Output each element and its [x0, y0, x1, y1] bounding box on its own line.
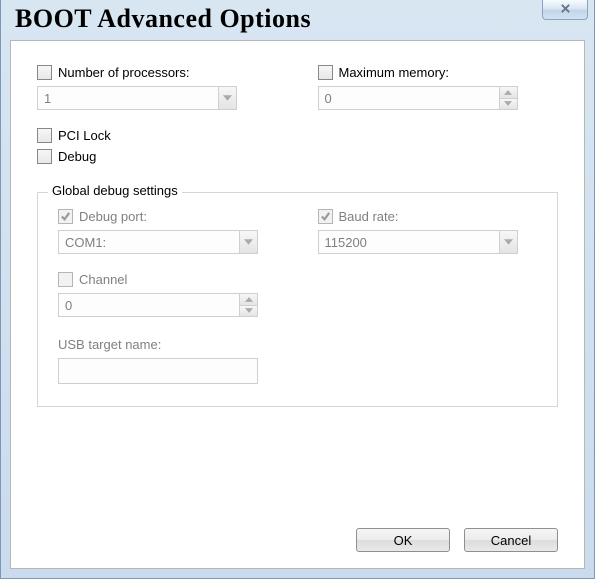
- debug-port-checkbox: [58, 209, 73, 224]
- dialog-panel: Number of processors: 1 Maximum memory:: [10, 40, 585, 569]
- usb-target-label: USB target name:: [58, 337, 537, 352]
- ok-button[interactable]: OK: [356, 528, 450, 552]
- chevron-down-icon: [218, 87, 236, 109]
- channel-spinner: 0: [58, 293, 258, 317]
- spinner-up-icon: [240, 294, 257, 306]
- num-processors-combo[interactable]: 1: [37, 86, 237, 110]
- num-processors-check-row: Number of processors:: [37, 65, 278, 80]
- chevron-down-icon: [499, 231, 517, 253]
- baud-rate-label: Baud rate:: [339, 209, 399, 224]
- max-memory-check-row: Maximum memory:: [318, 65, 559, 80]
- num-processors-label: Number of processors:: [58, 65, 190, 80]
- baud-rate-row: Baud rate:: [318, 209, 538, 224]
- pci-lock-checkbox[interactable]: [37, 128, 52, 143]
- debug-port-row: Debug port:: [58, 209, 278, 224]
- spinner-up-icon[interactable]: [500, 87, 517, 99]
- spinner-down-icon[interactable]: [500, 99, 517, 110]
- cancel-button-label: Cancel: [491, 533, 531, 548]
- titlebar: BOOT Advanced Options: [1, 0, 594, 36]
- dialog-buttons: OK Cancel: [356, 528, 558, 552]
- usb-target-input: [58, 358, 258, 384]
- debug-row: Debug: [37, 149, 558, 164]
- num-processors-value: 1: [38, 91, 218, 106]
- debug-port-label: Debug port:: [79, 209, 147, 224]
- pci-lock-label: PCI Lock: [58, 128, 111, 143]
- baud-rate-checkbox: [318, 209, 333, 224]
- max-memory-checkbox[interactable]: [318, 65, 333, 80]
- chevron-down-icon: [239, 231, 257, 253]
- baud-rate-value: 115200: [319, 235, 499, 250]
- global-debug-legend: Global debug settings: [48, 183, 182, 198]
- cancel-button[interactable]: Cancel: [464, 528, 558, 552]
- debug-checkbox[interactable]: [37, 149, 52, 164]
- channel-value: 0: [59, 298, 239, 313]
- debug-port-combo: COM1:: [58, 230, 258, 254]
- global-debug-fieldset: Global debug settings Debug port: COM1:: [37, 192, 558, 407]
- window-title: BOOT Advanced Options: [15, 4, 311, 33]
- max-memory-spinner[interactable]: 0: [318, 86, 518, 110]
- ok-button-label: OK: [394, 533, 413, 548]
- num-processors-checkbox[interactable]: [37, 65, 52, 80]
- channel-label: Channel: [79, 272, 127, 287]
- max-memory-label: Maximum memory:: [339, 65, 450, 80]
- max-memory-value: 0: [319, 91, 499, 106]
- pci-lock-row: PCI Lock: [37, 128, 558, 143]
- debug-label: Debug: [58, 149, 96, 164]
- debug-port-value: COM1:: [59, 235, 239, 250]
- close-icon: [560, 3, 571, 17]
- channel-row: Channel: [58, 272, 537, 287]
- channel-checkbox: [58, 272, 73, 287]
- close-button[interactable]: [542, 0, 588, 20]
- baud-rate-combo: 115200: [318, 230, 518, 254]
- spinner-down-icon: [240, 306, 257, 317]
